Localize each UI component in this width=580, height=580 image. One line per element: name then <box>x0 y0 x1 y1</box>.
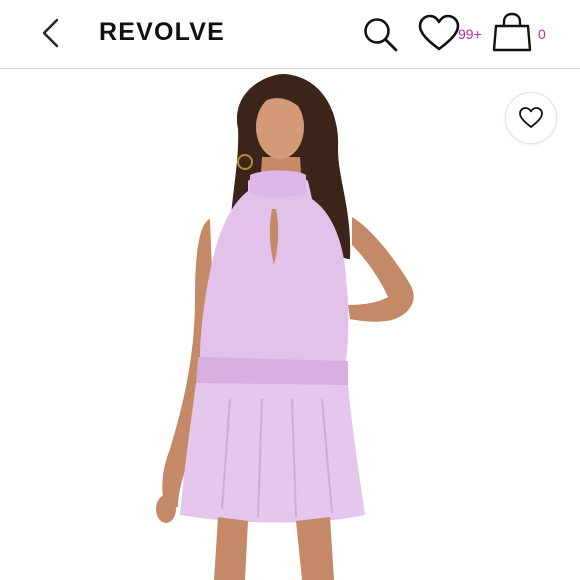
back-button[interactable] <box>36 16 66 50</box>
shopping-bag-button[interactable] <box>490 12 534 54</box>
wishlist-button[interactable] <box>417 14 461 54</box>
heart-outline-icon <box>519 107 543 128</box>
app-header: REVOLVE 99+ 0 <box>0 0 580 69</box>
brand-logo[interactable]: REVOLVE <box>99 18 225 47</box>
bag-count-badge: 0 <box>538 26 546 42</box>
search-button[interactable] <box>360 14 402 54</box>
search-icon <box>364 18 398 52</box>
product-photo[interactable] <box>0 69 580 580</box>
wishlist-count-badge: 99+ <box>458 26 482 42</box>
favorite-button[interactable] <box>505 92 557 144</box>
chevron-left-icon <box>42 18 59 48</box>
product-image-area <box>0 69 580 580</box>
heart-outline-icon <box>418 14 460 51</box>
shopping-bag-icon <box>492 12 532 52</box>
